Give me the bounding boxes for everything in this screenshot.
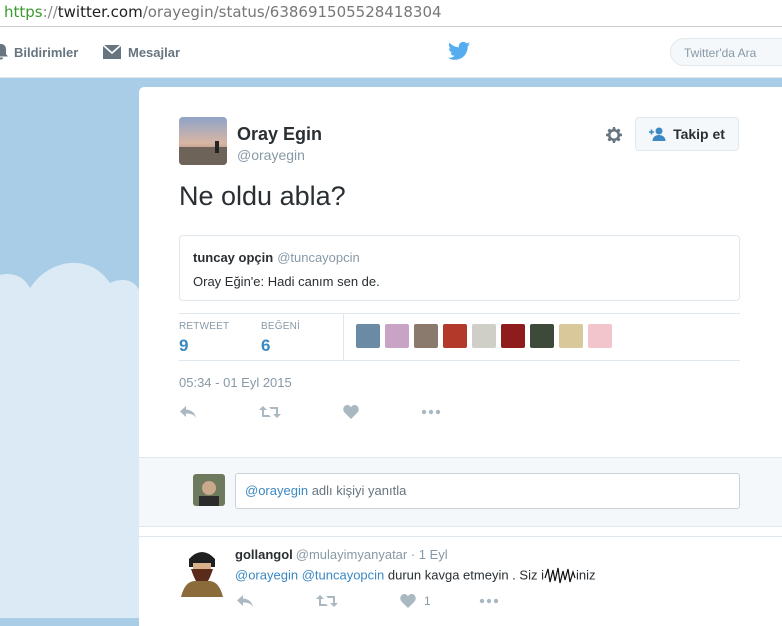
retweet-stat[interactable]: RETWEET 9 (179, 321, 229, 356)
heart-icon (343, 405, 359, 419)
quoted-author: tuncay opçin @tuncayopcin (193, 250, 360, 265)
retweet-icon (316, 595, 338, 607)
divider (343, 314, 344, 360)
reply-input[interactable]: @orayegin adlı kişiyi yanıtla (235, 473, 740, 509)
current-user-avatar (193, 474, 225, 506)
reply-button[interactable] (179, 405, 197, 419)
quoted-author-name: tuncay opçin (193, 250, 274, 265)
retweet-icon (259, 406, 281, 418)
reply-retweet-button[interactable] (316, 594, 338, 608)
reply-icon (180, 406, 196, 418)
nav-notifications-label: Bildirimler (14, 44, 79, 60)
reply-box: @orayegin adlı kişiyi yanıtla (139, 457, 782, 527)
reply-meta: @mulayimyanyatar · 1 Eyl (295, 547, 448, 562)
retweet-stat-label: RETWEET (179, 321, 230, 332)
more-button[interactable] (421, 409, 441, 415)
like-stat-count: 6 (261, 336, 271, 355)
envelope-icon (102, 44, 122, 59)
reply-input-mention: @orayegin (245, 483, 309, 498)
liker-avatar[interactable] (530, 324, 554, 348)
more-dots-icon (479, 598, 498, 604)
reply-author[interactable]: gollangol @mulayimyanyatar · 1 Eyl (235, 547, 448, 562)
search-input[interactable]: Twitter'da Ara (670, 38, 782, 66)
reply-reply-button[interactable] (236, 594, 254, 608)
bell-icon (0, 44, 8, 60)
quoted-text: Oray Eğin'e: Hadi canım sen de. (193, 274, 380, 289)
nav-messages-label: Mesajlar (128, 44, 181, 60)
address-bar[interactable]: https://twitter.com/orayegin/status/6386… (0, 0, 782, 27)
twitter-bird-icon[interactable] (448, 41, 470, 61)
liker-avatar[interactable] (414, 324, 438, 348)
reply-text: @orayegin @tuncayopcin durun kavga etmey… (235, 566, 596, 586)
follow-button[interactable]: Takip et (635, 117, 739, 151)
liker-avatar[interactable] (559, 324, 583, 348)
url-scheme: https (4, 3, 43, 21)
add-user-icon (649, 127, 666, 141)
liker-avatar[interactable] (443, 324, 467, 348)
divider (139, 536, 782, 537)
like-stat[interactable]: BEĞENİ 6 (261, 321, 300, 356)
heart-icon (400, 594, 416, 608)
reply-text-end: iniz (575, 567, 596, 583)
like-button[interactable] (343, 405, 359, 419)
divider (179, 313, 740, 314)
reply-mention-1[interactable]: @orayegin (235, 567, 298, 582)
tweet-actions (179, 405, 503, 419)
url-path: /orayegin/status/638691505528418304 (142, 3, 442, 21)
reply-icon (237, 595, 253, 607)
scribble-overlay (544, 567, 576, 584)
tweet-text: Ne oldu abla? (179, 181, 346, 211)
tweet-permalink-card: Oray Egin @orayegin Takip et Ne oldu abl… (139, 87, 782, 626)
liker-avatar[interactable] (385, 324, 409, 348)
author-name[interactable]: Oray Egin (237, 124, 322, 145)
gear-icon[interactable] (604, 125, 624, 145)
tweet-timestamp[interactable]: 05:34 - 01 Eyl 2015 (179, 375, 292, 390)
reply-input-placeholder: adlı kişiyi yanıtla (308, 483, 407, 498)
liker-avatar[interactable] (356, 324, 380, 348)
retweet-stat-count: 9 (179, 336, 189, 355)
like-stat-label: BEĞENİ (261, 321, 300, 332)
divider (179, 360, 740, 361)
reply-more-button[interactable] (479, 598, 499, 604)
follow-button-label: Takip et (673, 126, 725, 142)
quoted-tweet[interactable]: tuncay opçin @tuncayopcin Oray Eğin'e: Ha… (179, 235, 740, 301)
liker-avatar[interactable] (501, 324, 525, 348)
reply-mention-2[interactable]: @tuncayopcin (302, 567, 385, 582)
reply-like-button[interactable]: 1 (400, 594, 431, 608)
reply-author-avatar[interactable] (179, 547, 225, 597)
nav-notifications[interactable]: Bildirimler (0, 27, 78, 77)
author-handle[interactable]: @orayegin (237, 147, 305, 163)
url-separator: :// (42, 3, 58, 21)
top-navigation: Bildirimler Mesajlar Twitter'da Ara (0, 27, 782, 78)
reply-actions: 1 (236, 594, 561, 608)
nav-messages[interactable]: Mesajlar (102, 27, 180, 77)
url-host: twitter.com (57, 3, 143, 21)
quoted-author-handle: @tuncayopcin (277, 250, 360, 265)
reply-like-count: 1 (424, 594, 431, 608)
avatar-photo (179, 117, 227, 165)
author-avatar[interactable] (179, 117, 227, 165)
more-dots-icon (421, 409, 441, 415)
reply-text-mid: durun kavga etmeyin . Siz i (384, 567, 544, 583)
reply-author-name: gollangol (235, 547, 293, 562)
liker-avatar[interactable] (472, 324, 496, 348)
liker-avatar[interactable] (588, 324, 612, 348)
retweet-button[interactable] (259, 405, 281, 419)
liker-avatars (356, 324, 617, 348)
